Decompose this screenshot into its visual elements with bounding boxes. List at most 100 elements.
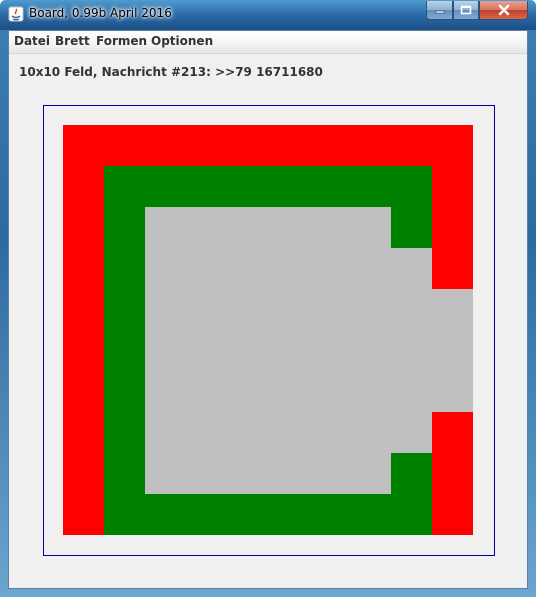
board-cell-r5-c7[interactable] [350,330,391,371]
board-cell-r8-c1[interactable] [104,453,145,494]
board-cell-r3-c5[interactable] [268,248,309,289]
board-cell-r3-c0[interactable] [63,248,104,289]
board-cell-r8-c5[interactable] [268,453,309,494]
board-cell-r1-c2[interactable] [145,166,186,207]
board-cell-r9-c3[interactable] [186,494,227,535]
board-cell-r1-c4[interactable] [227,166,268,207]
board-cell-r2-c0[interactable] [63,207,104,248]
board-cell-r3-c2[interactable] [145,248,186,289]
board-cell-r2-c9[interactable] [432,207,473,248]
board-cell-r4-c0[interactable] [63,289,104,330]
board-cell-r5-c1[interactable] [104,330,145,371]
board-cell-r6-c8[interactable] [391,371,432,412]
close-button[interactable] [479,1,528,20]
board-cell-r0-c5[interactable] [268,125,309,166]
board-cell-r9-c2[interactable] [145,494,186,535]
board-cell-r0-c2[interactable] [145,125,186,166]
board-cell-r8-c8[interactable] [391,453,432,494]
board-cell-r8-c0[interactable] [63,453,104,494]
board-cell-r2-c4[interactable] [227,207,268,248]
board-cell-r9-c4[interactable] [227,494,268,535]
board-cell-r4-c1[interactable] [104,289,145,330]
menu-optionen[interactable]: Optionen [151,34,213,48]
board-cell-r7-c2[interactable] [145,412,186,453]
board-cell-r6-c6[interactable] [309,371,350,412]
board-cell-r2-c2[interactable] [145,207,186,248]
board-cell-r3-c8[interactable] [391,248,432,289]
board-cell-r6-c3[interactable] [186,371,227,412]
board-cell-r8-c3[interactable] [186,453,227,494]
board-cell-r6-c9[interactable] [432,371,473,412]
board-cell-r5-c3[interactable] [186,330,227,371]
board-cell-r5-c8[interactable] [391,330,432,371]
board-cell-r6-c4[interactable] [227,371,268,412]
board-cell-r1-c3[interactable] [186,166,227,207]
board-cell-r8-c4[interactable] [227,453,268,494]
board-cell-r6-c5[interactable] [268,371,309,412]
board-cell-r6-c1[interactable] [104,371,145,412]
board-cell-r1-c7[interactable] [350,166,391,207]
board-cell-r9-c7[interactable] [350,494,391,535]
board-cell-r6-c7[interactable] [350,371,391,412]
board-cell-r0-c8[interactable] [391,125,432,166]
board-cell-r2-c5[interactable] [268,207,309,248]
board-cell-r7-c7[interactable] [350,412,391,453]
board-cell-r5-c2[interactable] [145,330,186,371]
board-cell-r9-c9[interactable] [432,494,473,535]
menu-brett[interactable]: Brett [55,34,90,48]
board-cell-r2-c3[interactable] [186,207,227,248]
board-cell-r0-c7[interactable] [350,125,391,166]
board-cell-r7-c8[interactable] [391,412,432,453]
minimize-button[interactable] [426,1,453,20]
game-board[interactable] [63,125,473,535]
board-cell-r9-c1[interactable] [104,494,145,535]
board-cell-r5-c9[interactable] [432,330,473,371]
board-cell-r6-c2[interactable] [145,371,186,412]
board-cell-r7-c5[interactable] [268,412,309,453]
board-cell-r8-c2[interactable] [145,453,186,494]
board-cell-r5-c0[interactable] [63,330,104,371]
board-cell-r7-c9[interactable] [432,412,473,453]
board-cell-r1-c5[interactable] [268,166,309,207]
board-cell-r4-c7[interactable] [350,289,391,330]
board-cell-r7-c6[interactable] [309,412,350,453]
board-cell-r0-c9[interactable] [432,125,473,166]
board-cell-r0-c4[interactable] [227,125,268,166]
board-cell-r2-c8[interactable] [391,207,432,248]
board-cell-r0-c3[interactable] [186,125,227,166]
board-cell-r3-c9[interactable] [432,248,473,289]
board-cell-r4-c2[interactable] [145,289,186,330]
board-cell-r1-c1[interactable] [104,166,145,207]
board-cell-r7-c1[interactable] [104,412,145,453]
board-cell-r9-c8[interactable] [391,494,432,535]
board-cell-r6-c0[interactable] [63,371,104,412]
board-cell-r4-c6[interactable] [309,289,350,330]
board-cell-r3-c1[interactable] [104,248,145,289]
board-cell-r7-c0[interactable] [63,412,104,453]
board-cell-r4-c9[interactable] [432,289,473,330]
board-cell-r2-c1[interactable] [104,207,145,248]
board-cell-r5-c6[interactable] [309,330,350,371]
maximize-button[interactable] [453,1,479,20]
board-cell-r2-c6[interactable] [309,207,350,248]
board-cell-r4-c8[interactable] [391,289,432,330]
board-cell-r8-c7[interactable] [350,453,391,494]
board-cell-r3-c4[interactable] [227,248,268,289]
board-cell-r1-c8[interactable] [391,166,432,207]
board-cell-r3-c3[interactable] [186,248,227,289]
board-cell-r8-c6[interactable] [309,453,350,494]
board-cell-r1-c6[interactable] [309,166,350,207]
board-cell-r0-c0[interactable] [63,125,104,166]
title-bar[interactable]: Board, 0.99b April 2016 [0,0,536,30]
board-cell-r3-c7[interactable] [350,248,391,289]
menu-datei[interactable]: Datei [14,34,50,48]
board-cell-r5-c4[interactable] [227,330,268,371]
board-cell-r9-c6[interactable] [309,494,350,535]
board-cell-r9-c5[interactable] [268,494,309,535]
board-cell-r0-c1[interactable] [104,125,145,166]
board-cell-r4-c3[interactable] [186,289,227,330]
board-cell-r3-c6[interactable] [309,248,350,289]
board-cell-r0-c6[interactable] [309,125,350,166]
board-cell-r1-c9[interactable] [432,166,473,207]
board-cell-r7-c3[interactable] [186,412,227,453]
